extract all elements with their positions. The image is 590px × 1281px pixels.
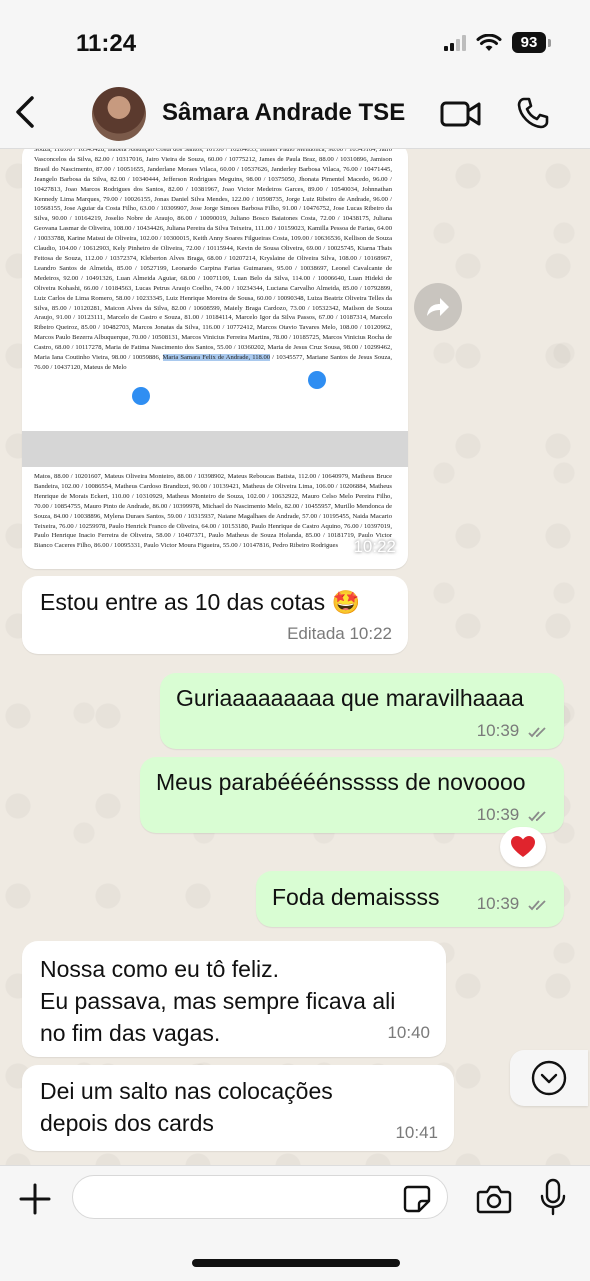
image-message[interactable]: Souza, 118.00 / 10345428, Isabela Assunç…: [22, 149, 408, 569]
message-incoming[interactable]: Dei um salto nas colocações depois dos c…: [22, 1065, 454, 1151]
avatar[interactable]: [92, 87, 146, 141]
message-meta: 10:39: [477, 894, 552, 914]
message-incoming[interactable]: Nossa como eu tô feliz. Eu passava, mas …: [22, 941, 446, 1057]
message-line: Nossa como eu tô feliz.: [40, 956, 280, 982]
home-indicator: [192, 1259, 400, 1267]
phone-icon[interactable]: [516, 96, 550, 130]
scroll-to-bottom-button[interactable]: [510, 1050, 588, 1106]
document-text: Souza, 118.00 / 10345428, Isabela Assunç…: [34, 149, 392, 362]
message-line: depois dos cards: [40, 1110, 214, 1136]
selection-handle-start: [132, 387, 150, 405]
message-meta: 10:39: [477, 721, 552, 741]
image-timestamp: 10:22: [353, 537, 396, 556]
message-line: Eu passava, mas sempre ficava ali: [40, 988, 396, 1014]
page-separator: [22, 431, 408, 467]
message-meta: 10:40: [387, 1023, 430, 1042]
message-text: Estou entre as 10 das cotas 🤩: [40, 589, 361, 615]
double-check-icon: [528, 810, 546, 821]
highlighted-text: Maria Samara Felix de Andrade, 118.00: [162, 354, 271, 362]
contact-name[interactable]: Sâmara Andrade TSE: [162, 99, 405, 127]
double-check-icon: [528, 899, 546, 910]
message-meta: Editada 10:22: [287, 624, 392, 643]
back-chevron-icon[interactable]: [10, 92, 40, 132]
signal-icon: [444, 34, 466, 51]
chat-header: Sâmara Andrade TSE: [0, 80, 590, 149]
sticker-icon[interactable]: [402, 1184, 432, 1214]
message-outgoing[interactable]: Foda demaissss 10:39: [256, 871, 564, 927]
reaction-badge[interactable]: [500, 827, 546, 867]
message-line: Dei um salto nas colocações: [40, 1078, 333, 1104]
heart-icon: [511, 836, 535, 857]
message-meta: 10:39: [477, 805, 552, 825]
forward-button[interactable]: [414, 283, 462, 331]
forward-arrow-icon: [427, 298, 449, 316]
status-bar: 11:24 93: [0, 0, 590, 80]
message-text: Dei um salto nas colocações depois dos c…: [40, 1075, 333, 1139]
message-meta: 10:41: [395, 1123, 438, 1142]
battery-indicator: 93: [512, 32, 551, 53]
message-text: Guriaaaaaaaaa que maravilhaaaa: [176, 685, 524, 711]
message-time: 10:39: [476, 894, 520, 913]
message-line: no fim das vagas.: [40, 1020, 221, 1046]
message-text: Meus parabéééénsssss de novoooo: [156, 769, 526, 795]
double-check-icon: [528, 726, 546, 737]
document-page-1: Souza, 118.00 / 10345428, Isabela Assunç…: [30, 149, 396, 427]
message-input[interactable]: [72, 1175, 448, 1219]
message-time: 10:39: [476, 721, 520, 740]
chat-area[interactable]: Souza, 118.00 / 10345428, Isabela Assunç…: [0, 149, 590, 1165]
camera-icon[interactable]: [476, 1184, 512, 1214]
microphone-icon[interactable]: [540, 1178, 566, 1216]
message-composer: [0, 1165, 590, 1281]
status-time: 11:24: [76, 30, 137, 57]
message-outgoing[interactable]: Meus parabéééénsssss de novoooo 10:39: [140, 757, 564, 833]
message-text: Nossa como eu tô feliz. Eu passava, mas …: [40, 953, 395, 1049]
message-time: 10:39: [476, 805, 520, 824]
message-incoming[interactable]: Estou entre as 10 das cotas 🤩 Editada 10…: [22, 576, 408, 654]
plus-icon[interactable]: [18, 1182, 52, 1216]
document-text-page-2: Matos, 88.00 / 10201607, Mateus Oliveira…: [34, 473, 392, 550]
document-page-2: Matos, 88.00 / 10201607, Mateus Oliveira…: [30, 467, 396, 569]
wifi-icon: [476, 33, 502, 51]
chevron-down-icon: [531, 1060, 567, 1096]
message-text: Foda demaissss: [272, 884, 440, 910]
video-camera-icon[interactable]: [440, 98, 482, 130]
status-icons: 93: [444, 32, 551, 53]
message-outgoing[interactable]: Guriaaaaaaaaa que maravilhaaaa 10:39: [160, 673, 564, 749]
selection-handle-end: [308, 371, 326, 389]
